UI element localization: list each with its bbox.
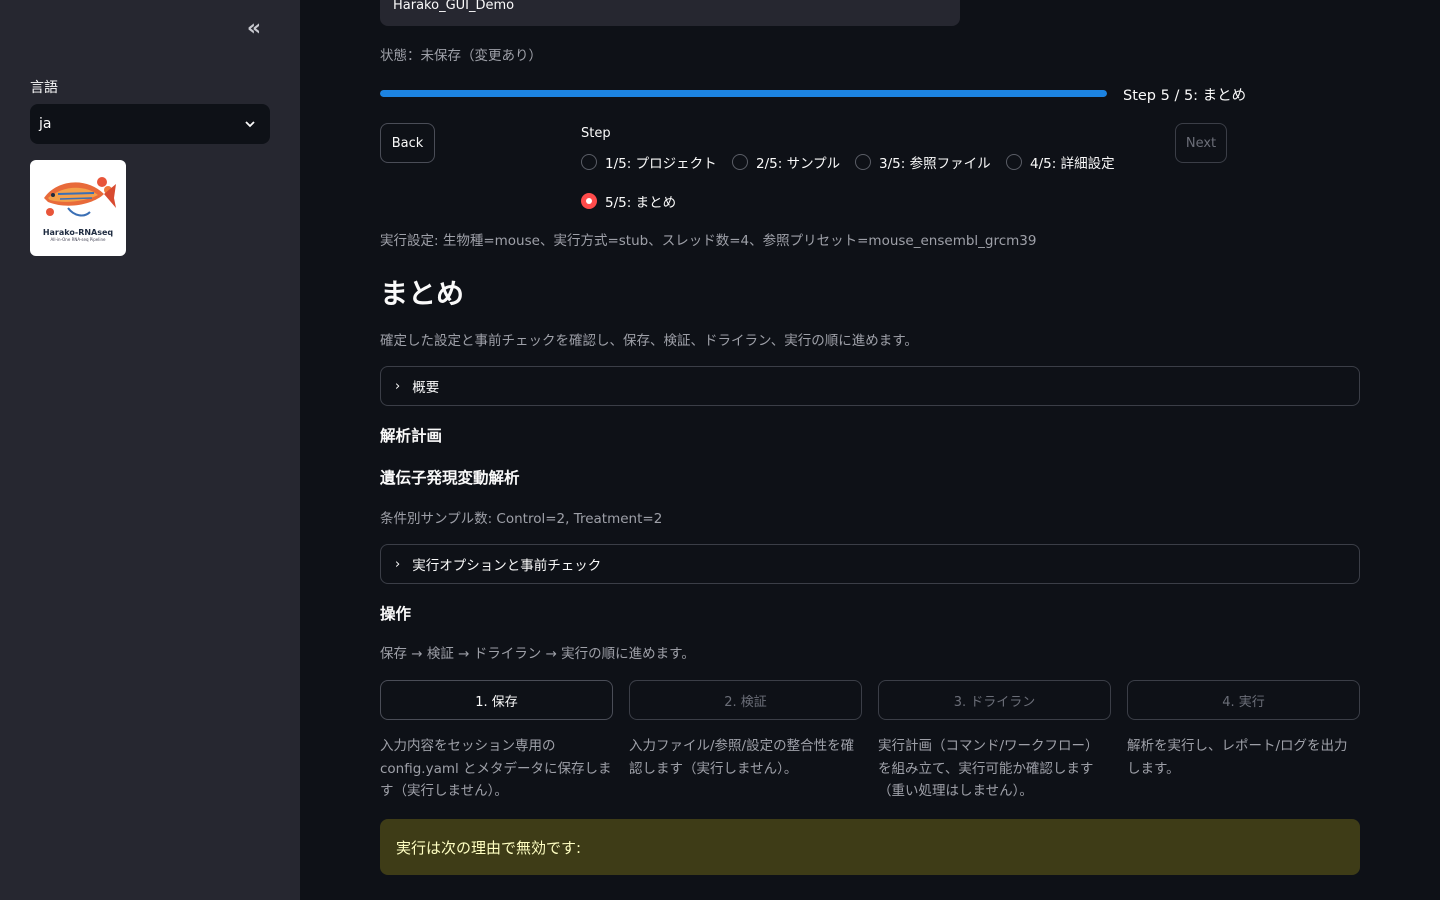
step-radio-reference[interactable]: 3/5: 参照ファイル [855,152,991,172]
validate-description: 入力ファイル/参照/設定の整合性を確認します（実行しません）。 [629,738,855,777]
step-radio-label: Step [581,126,611,141]
save-description: 入力内容をセッション専用の config.yaml とメタデータに保存します（実… [380,738,612,799]
radio-icon [732,154,748,170]
dry-run-description: 実行計画（コマンド/ワークフロー）を組み立て、実行可能か確認します（重い処理はし… [878,738,1099,799]
step-option-label: 1/5: プロジェクト [605,156,717,172]
step-option-label: 5/5: まとめ [605,195,677,211]
expander-label: 概要 [412,380,440,396]
overview-expander[interactable]: › 概要 [380,366,1360,406]
save-status: 状態：未保存（変更あり） [380,48,542,64]
chevron-right-icon: › [395,378,401,394]
summary-description: 確定した設定と事前チェックを確認し、保存、検証、ドライラン、実行の順に進めます。 [380,333,918,349]
operations-heading: 操作 [380,605,412,623]
save-button[interactable]: 1. 保存 [380,680,613,720]
step-option-label: 2/5: サンプル [756,156,841,172]
run-disabled-warning: 実行は次の理由で無効です: [380,819,1360,875]
run-description: 解析を実行し、レポート/ログを出力します。 [1127,738,1348,777]
language-select-value: ja [39,116,52,132]
options-checks-expander[interactable]: › 実行オプションと事前チェック [380,544,1360,584]
app-logo: Harako-RNAseq All-in-One RNA-seq Pipelin… [30,160,126,256]
step-radio-summary[interactable]: 5/5: まとめ [581,191,676,211]
step-progress-bar [380,90,1107,97]
radio-icon [855,154,871,170]
sidebar: « 言語 ja Harako-RNAseq All-in-One RNA-seq… [0,0,300,900]
step-progress-fill [380,90,1107,97]
project-name-input[interactable]: Harako_GUI_Demo [380,0,960,26]
step-progress-label: Step 5 / 5: まとめ [1123,88,1247,104]
back-button[interactable]: Back [380,123,435,163]
dea-heading: 遺伝子発現変動解析 [380,469,520,487]
next-button[interactable]: Next [1175,123,1227,163]
expander-label: 実行オプションと事前チェック [412,558,602,574]
radio-icon [1006,154,1022,170]
language-select[interactable]: ja [30,104,270,144]
dry-run-button[interactable]: 3. ドライラン [878,680,1111,720]
fish-logo-icon [44,177,116,217]
condition-sample-counts: 条件別サンプル数: Control=2, Treatment=2 [380,511,663,527]
step-option-label: 4/5: 詳細設定 [1030,156,1115,172]
chevron-right-icon: › [395,556,401,572]
radio-icon [581,154,597,170]
logo-title: Harako-RNAseq [42,228,114,237]
execution-settings-summary: 実行設定: 生物種=mouse、実行方式=stub、スレッド数=4、参照プリセッ… [380,233,1037,249]
step-radio-project[interactable]: 1/5: プロジェクト [581,152,717,172]
collapse-sidebar-icon[interactable]: « [240,18,268,42]
main-content: Harako_GUI_Demo 状態：未保存（変更あり） Step 5 / 5:… [380,0,1360,900]
radio-selected-icon [581,193,597,209]
page-title: まとめ [380,277,465,310]
operations-description: 保存 → 検証 → ドライラン → 実行の順に進めます。 [380,646,695,662]
step-option-label: 3/5: 参照ファイル [879,156,991,172]
language-label: 言語 [30,80,58,96]
chevron-down-icon [245,121,255,128]
validate-button[interactable]: 2. 検証 [629,680,862,720]
step-radio-sample[interactable]: 2/5: サンプル [732,152,840,172]
logo-subtitle: All-in-One RNA-seq Pipeline [50,237,106,242]
step-radio-advanced[interactable]: 4/5: 詳細設定 [1006,152,1115,172]
analysis-plan-heading: 解析計画 [380,427,443,445]
run-button[interactable]: 4. 実行 [1127,680,1360,720]
